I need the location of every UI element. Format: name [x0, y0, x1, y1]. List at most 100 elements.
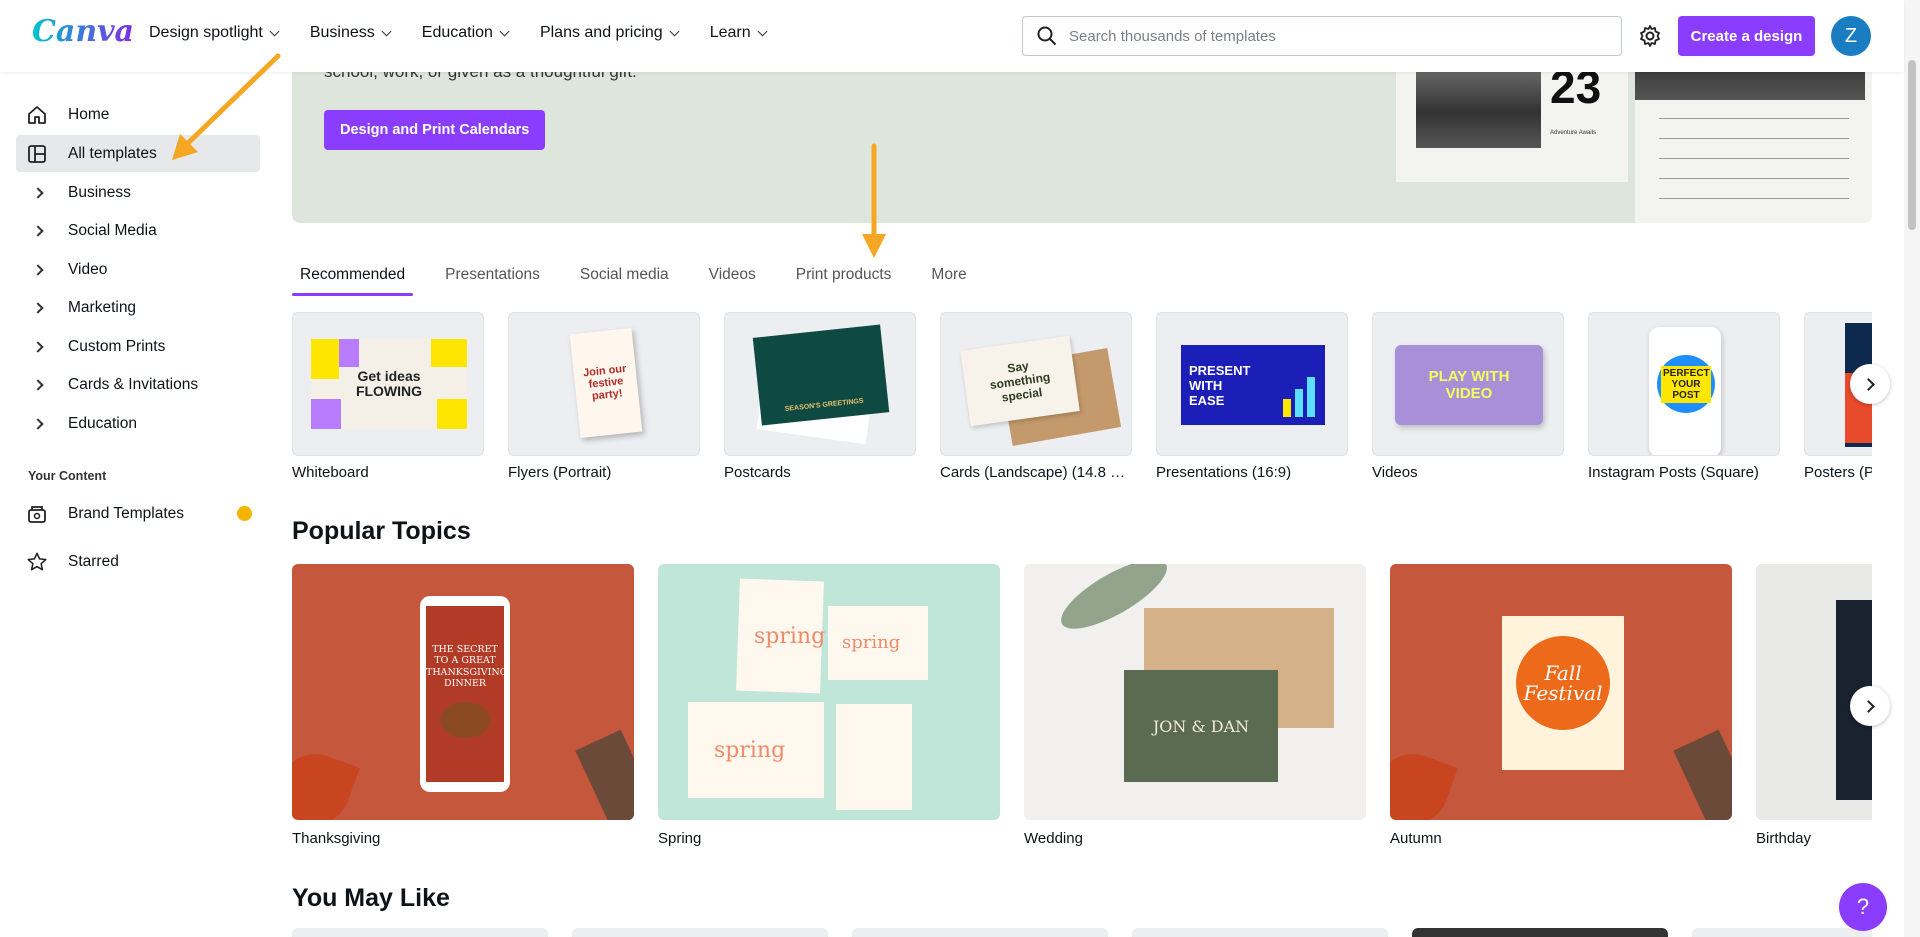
page-scrollbar[interactable]	[1904, 0, 1920, 937]
category-card-flyers[interactable]: Join our festive party! Flyers (Portrait…	[508, 312, 700, 481]
category-card-videos[interactable]: PLAY WITH VIDEO Videos	[1372, 312, 1564, 481]
category-label: Whiteboard	[292, 464, 369, 481]
carousel-next-button[interactable]	[1850, 364, 1890, 404]
thumbnail-text: PERFECT YOUR POST	[1661, 365, 1711, 403]
you-may-like-card[interactable]	[292, 928, 548, 937]
category-label: Postcards	[724, 464, 791, 481]
topics-carousel: THE SECRET TO A GREAT THANKSGIVING DINNE…	[292, 564, 1872, 854]
category-label: Flyers (Portrait)	[508, 464, 612, 481]
nav-learn[interactable]: Learn	[709, 24, 768, 42]
chevron-right-icon	[26, 413, 48, 435]
search-box[interactable]	[1022, 16, 1622, 56]
topic-label: Birthday	[1756, 830, 1812, 847]
category-thumbnail: Join our festive party!	[508, 312, 700, 456]
gear-icon[interactable]	[1638, 24, 1662, 48]
category-card-instagram-posts[interactable]: PERFECT YOUR POST Instagram Posts (Squar…	[1588, 312, 1780, 481]
topic-label: Wedding	[1024, 830, 1083, 847]
thumbnail-text: PRESENT WITH EASE	[1189, 362, 1251, 408]
calendar-caption: Adventure Awaits	[1550, 130, 1597, 136]
thumbnail-text: spring	[842, 632, 901, 653]
sidebar-item-all-templates[interactable]: All templates	[16, 135, 260, 172]
category-thumbnail: SEASON'S GREETINGS	[724, 312, 916, 456]
sidebar-item-label: Business	[68, 183, 131, 201]
thumbnail-text: THE SECRET TO A GREAT THANKSGIVING DINNE…	[426, 644, 508, 690]
topic-card-wedding[interactable]: JON & DAN Wedding	[1024, 564, 1366, 847]
chevron-down-icon	[757, 26, 768, 36]
canva-logo[interactable]: Canva	[32, 14, 134, 49]
topic-label: Thanksgiving	[292, 830, 381, 847]
you-may-like-card[interactable]	[1132, 928, 1388, 937]
search-icon	[1037, 26, 1057, 46]
tab-presentations[interactable]: Presentations	[437, 258, 548, 296]
home-icon	[26, 104, 48, 126]
sidebar-item-video[interactable]: Video	[16, 251, 260, 288]
avatar[interactable]: Z	[1831, 16, 1871, 56]
sidebar-item-marketing[interactable]: Marketing	[16, 289, 260, 326]
thumbnail-text: spring	[714, 738, 786, 763]
category-label: Presentations (16:9)	[1156, 464, 1292, 481]
nav-business[interactable]: Business	[309, 24, 392, 42]
chevron-right-icon	[1862, 377, 1875, 391]
nav-label: Business	[309, 24, 375, 41]
you-may-like-heading: You May Like	[292, 884, 450, 912]
sidebar-item-label: Starred	[68, 552, 119, 570]
sidebar-item-cards-invitations[interactable]: Cards & Invitations	[16, 366, 260, 403]
main-nav: Design spotlight Business Education Plan…	[149, 24, 798, 42]
sidebar-item-social-media[interactable]: Social Media	[16, 212, 260, 249]
chevron-right-icon	[26, 374, 48, 396]
thumbnail-text: Get ideas FLOWING	[355, 367, 423, 399]
tab-social-media[interactable]: Social media	[572, 258, 677, 296]
help-button[interactable]: ?	[1839, 883, 1887, 931]
category-card-postcards[interactable]: SEASON'S GREETINGS Postcards	[724, 312, 916, 481]
sidebar-item-custom-prints[interactable]: Custom Prints	[16, 328, 260, 365]
nav-label: Learn	[709, 24, 751, 41]
search-input[interactable]	[1069, 27, 1589, 45]
sidebar-item-label: Home	[68, 105, 110, 123]
sidebar-item-home[interactable]: Home	[16, 96, 260, 133]
design-print-calendars-button[interactable]: Design and Print Calendars	[324, 110, 546, 150]
tab-more[interactable]: More	[923, 258, 974, 296]
nav-plans-pricing[interactable]: Plans and pricing	[540, 24, 680, 42]
thumbnail-text: SEASON'S GREETINGS	[784, 397, 864, 413]
chevron-down-icon	[269, 26, 280, 36]
sidebar-item-label: Custom Prints	[68, 337, 166, 355]
you-may-like-card[interactable]	[852, 928, 1108, 937]
sidebar-item-brand-templates[interactable]: Brand Templates	[16, 495, 260, 532]
category-card-whiteboard[interactable]: Get ideas FLOWING Whiteboard	[292, 312, 484, 481]
templates-icon	[26, 143, 48, 165]
you-may-like-card[interactable]	[572, 928, 828, 937]
calendar-grid	[1659, 118, 1849, 218]
topic-label: Autumn	[1390, 830, 1442, 847]
sidebar-item-label: Education	[68, 414, 137, 432]
topic-thumbnail: JON & DAN	[1024, 564, 1366, 820]
tab-print-products[interactable]: Print products	[788, 258, 900, 296]
popular-topics-heading: Popular Topics	[292, 517, 471, 545]
tab-videos[interactable]: Videos	[701, 258, 764, 296]
nav-education[interactable]: Education	[421, 24, 510, 42]
category-card-presentations[interactable]: PRESENT WITH EASE Presentations (16:9)	[1156, 312, 1348, 481]
tab-recommended[interactable]: Recommended	[292, 258, 414, 296]
category-label: Videos	[1372, 464, 1418, 481]
you-may-like-card[interactable]	[1412, 928, 1668, 937]
thumbnail-text: PLAY WITH VIDEO	[1428, 368, 1510, 402]
sidebar-item-label: Social Media	[68, 221, 157, 239]
sidebar-item-business[interactable]: Business	[16, 174, 260, 211]
topic-thumbnail: spring spring spring	[658, 564, 1000, 820]
scrollbar-thumb[interactable]	[1908, 60, 1916, 230]
category-label: Instagram Posts (Square)	[1588, 464, 1759, 481]
nav-design-spotlight[interactable]: Design spotlight	[149, 24, 280, 42]
topic-card-spring[interactable]: spring spring spring Spring	[658, 564, 1000, 847]
category-thumbnail: PRESENT WITH EASE	[1156, 312, 1348, 456]
create-design-button[interactable]: Create a design	[1678, 16, 1815, 56]
topics-next-button[interactable]	[1850, 686, 1890, 726]
sidebar-item-starred[interactable]: Starred	[16, 543, 260, 580]
topic-card-thanksgiving[interactable]: THE SECRET TO A GREAT THANKSGIVING DINNE…	[292, 564, 634, 847]
sidebar-item-education[interactable]: Education	[16, 405, 260, 442]
category-thumbnail: Get ideas FLOWING	[292, 312, 484, 456]
topic-card-autumn[interactable]: Fall Festival Autumn	[1390, 564, 1732, 847]
chevron-down-icon	[499, 26, 510, 36]
category-card-cards-landscape[interactable]: Say something special Cards (Landscape) …	[940, 312, 1132, 481]
nav-label: Education	[421, 24, 493, 41]
you-may-like-card[interactable]	[1692, 928, 1872, 937]
chevron-right-icon	[26, 220, 48, 242]
